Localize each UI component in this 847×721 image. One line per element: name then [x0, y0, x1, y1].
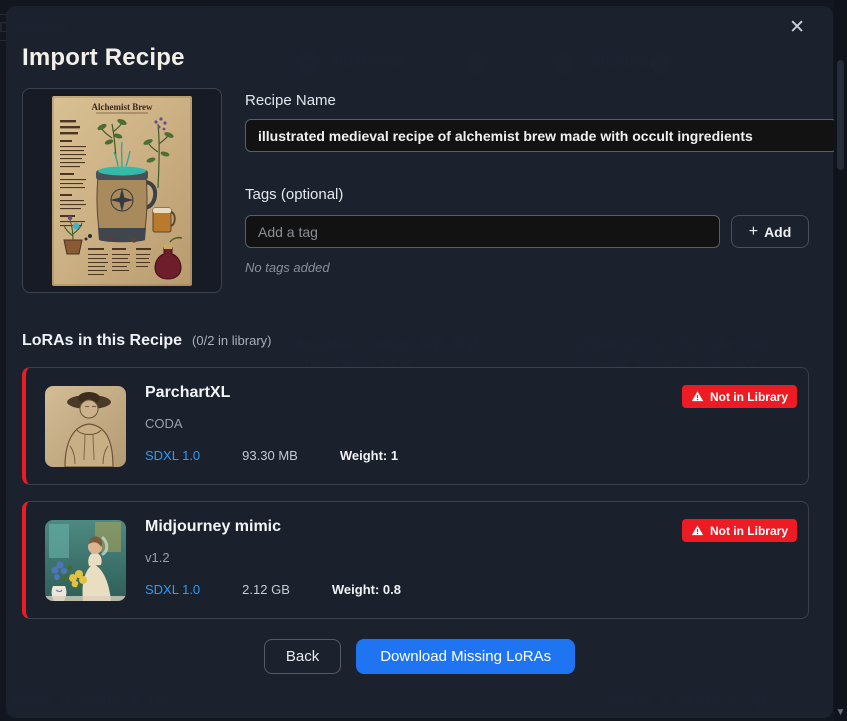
recipe-thumbnail-frame: Alchemist Brew: [22, 88, 222, 293]
lora-version: CODA: [145, 416, 183, 431]
scrollbar-thumb[interactable]: [837, 60, 844, 170]
lora-name: ParchartXL: [145, 384, 230, 402]
lora-version: v1.2: [145, 550, 170, 565]
svg-text:Alchemist Brew: Alchemist Brew: [91, 102, 153, 112]
lora-meta-row: SDXL 1.0 93.30 MB Weight: 1: [145, 448, 398, 463]
page-title: Import Recipe: [22, 44, 185, 72]
lora-section-heading-row: LoRAs in this Recipe (0/2 in library): [22, 332, 272, 350]
lora-section-title: LoRAs in this Recipe: [22, 332, 182, 350]
warning-icon: [691, 524, 704, 537]
lora-file-size: 93.30 MB: [242, 448, 298, 463]
back-button[interactable]: Back: [264, 639, 341, 674]
modal-footer: Back Download Missing LoRAs: [6, 639, 833, 674]
not-in-library-label: Not in Library: [710, 524, 788, 538]
lora-thumbnail: [45, 386, 126, 467]
import-recipe-modal: ✕ Import Recipe Alchemist Brew: [6, 6, 833, 718]
lora-name: Midjourney mimic: [145, 518, 281, 536]
tags-label: Tags (optional): [245, 186, 343, 203]
not-in-library-badge: Not in Library: [682, 385, 797, 408]
lora-weight: Weight: 0.8: [332, 582, 401, 597]
page-scrollbar[interactable]: ▼: [834, 0, 847, 721]
lora-thumbnail: [45, 520, 126, 601]
lora-base-model-link[interactable]: SDXL 1.0: [145, 448, 200, 463]
close-icon[interactable]: ✕: [789, 18, 805, 37]
recipe-name-input[interactable]: [245, 119, 838, 152]
plus-icon: +: [749, 223, 758, 241]
recipe-name-label: Recipe Name: [245, 92, 336, 109]
lora-library-count: (0/2 in library): [192, 333, 271, 348]
lora-base-model-link[interactable]: SDXL 1.0: [145, 582, 200, 597]
download-missing-loras-button[interactable]: Download Missing LoRAs: [356, 639, 575, 674]
recipe-thumbnail-image: Alchemist Brew: [52, 96, 192, 286]
scrollbar-down-arrow-icon[interactable]: ▼: [834, 707, 847, 719]
not-in-library-label: Not in Library: [710, 390, 788, 404]
lora-file-size: 2.12 GB: [242, 582, 290, 597]
add-tag-button[interactable]: + Add: [731, 215, 809, 248]
lora-card: ParchartXL CODA SDXL 1.0 93.30 MB Weight…: [22, 367, 809, 485]
lora-weight: Weight: 1: [340, 448, 398, 463]
add-tag-button-label: Add: [764, 224, 791, 240]
lora-meta-row: SDXL 1.0 2.12 GB Weight: 0.8: [145, 582, 401, 597]
tag-input[interactable]: [245, 215, 720, 248]
warning-icon: [691, 390, 704, 403]
not-in-library-badge: Not in Library: [682, 519, 797, 542]
no-tags-text: No tags added: [245, 260, 330, 275]
lora-card: Midjourney mimic v1.2 SDXL 1.0 2.12 GB W…: [22, 501, 809, 619]
